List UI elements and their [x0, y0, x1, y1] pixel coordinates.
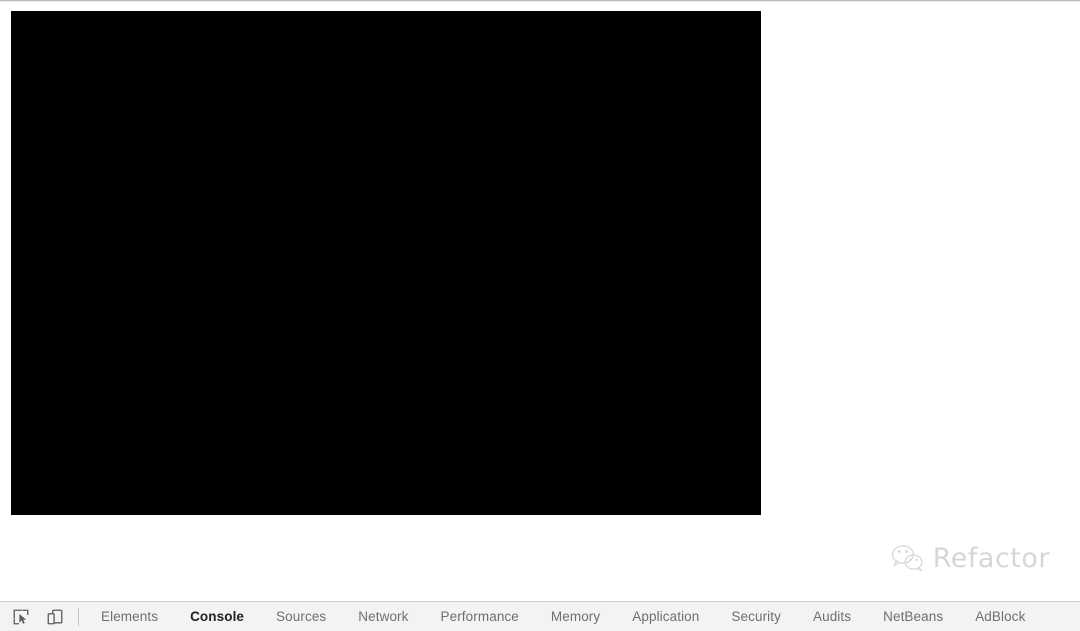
- page-viewport: Refactor: [0, 4, 1080, 601]
- devtools-tabs: Elements Console Sources Network Perform…: [85, 602, 1041, 631]
- watermark: Refactor: [891, 543, 1050, 573]
- tab-performance[interactable]: Performance: [425, 602, 535, 631]
- toolbar-divider: [78, 607, 79, 626]
- tab-elements[interactable]: Elements: [85, 602, 174, 631]
- wechat-icon: [891, 543, 925, 573]
- tab-application[interactable]: Application: [616, 602, 715, 631]
- tab-netbeans[interactable]: NetBeans: [867, 602, 959, 631]
- watermark-label: Refactor: [932, 542, 1050, 574]
- tab-console[interactable]: Console: [174, 602, 260, 631]
- inspect-element-icon[interactable]: [10, 606, 32, 628]
- tab-adblock[interactable]: AdBlock: [959, 602, 1041, 631]
- tab-memory[interactable]: Memory: [535, 602, 616, 631]
- tab-audits[interactable]: Audits: [797, 602, 867, 631]
- rendered-page-content[interactable]: [11, 11, 761, 515]
- device-toolbar-icon[interactable]: [44, 606, 66, 628]
- tab-sources[interactable]: Sources: [260, 602, 342, 631]
- tab-security[interactable]: Security: [715, 602, 797, 631]
- tab-network[interactable]: Network: [342, 602, 424, 631]
- devtools-toolbar: Elements Console Sources Network Perform…: [0, 601, 1080, 631]
- devtools-tool-icons: [0, 602, 66, 631]
